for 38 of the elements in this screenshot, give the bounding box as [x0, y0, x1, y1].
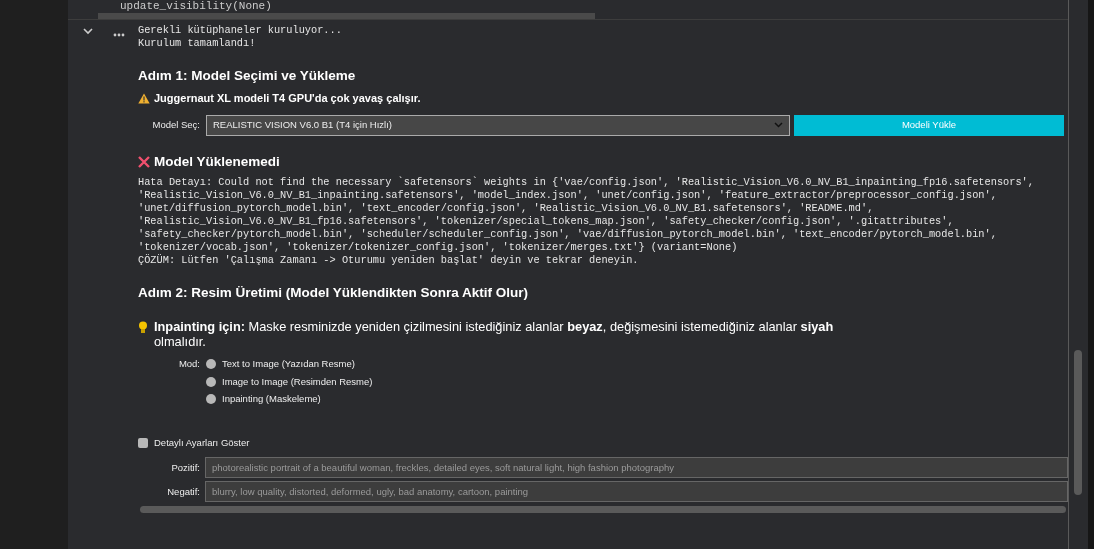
- error-detail-line: 'Realistic_Vision_V6.0_NV_B1_fp16.safetensors', 'tokenizer/special_tokens_map.json', 'safety_checker/config.json', '.gitattributes',: [138, 215, 955, 228]
- collapse-chevron-icon[interactable]: [83, 28, 93, 35]
- radio-label[interactable]: Inpainting (Maskeleme): [222, 391, 321, 406]
- radio-label[interactable]: Text to Image (Yazıdan Resme): [222, 357, 355, 372]
- horizontal-scrollbar[interactable]: [98, 13, 595, 19]
- error-detail-line: 'tokenizer/vocab.json', 'tokenizer/tokenizer_config.json', 'tokenizer/merges.txt'} (variant=None): [138, 241, 739, 254]
- checkbox-label[interactable]: Detaylı Ayarları Göster: [154, 436, 250, 451]
- field-label: Pozitif:: [170, 460, 200, 475]
- field-label: Model Seç:: [151, 118, 200, 133]
- radio-button[interactable]: [206, 376, 216, 387]
- warning-text: Juggernaut XL modeli T4 GPU'da çok yavaş çalışır.: [154, 91, 421, 107]
- code-line: update_visibility(None): [120, 0, 272, 12]
- prompt-field[interactable]: photorealistic portrait of a beautiful woman, freckles, detailed eyes, soft natural light, high fashion photography: [205, 457, 1068, 479]
- section-heading: Adım 2: Resim Üretimi (Model Yüklendikten Sonra Aktif Olur): [138, 284, 530, 302]
- error-detail-line: 'safety_checker/pytorch_model.bin', 'scheduler/scheduler_config.json', 'vae/diffusion_pytorch_model.bin', 'text_encoder/pytorch_model.bin',: [138, 228, 998, 241]
- output-line: Kurulum tamamlandı!: [138, 37, 257, 50]
- more-options-icon[interactable]: [113, 32, 125, 37]
- vertical-scrollbar[interactable]: [1074, 350, 1082, 495]
- error-heading: Model Yüklenemedi: [154, 152, 280, 171]
- cross-icon: [138, 155, 150, 168]
- error-detail-line: ÇÖZÜM: Lütfen 'Çalışma Zamanı -> Oturumu yeniden başlat' deyin ve tekrar deneyin.: [138, 254, 640, 267]
- error-detail-line: 'Realistic_Vision_V6.0_NV_B1_inpainting.safetensors', 'model_index.json', 'unet/config.json', 'feature_extractor/preprocessor_config.json',: [138, 189, 998, 202]
- tip-text: Inpainting için: Maske resminizde yeniden çizilmesini istediğiniz alanlar beyaz, değişmesini istemediğiniz alanlar siyah olmalıdır.: [154, 319, 835, 350]
- section-heading: Adım 1: Model Seçimi ve Yükleme: [138, 67, 357, 85]
- radio-button[interactable]: [206, 393, 216, 404]
- field-label: Mod:: [177, 357, 200, 372]
- model-dropdown[interactable]: REALISTIC VISION V6.0 B1 (T4 için Hızlı): [206, 114, 790, 136]
- lightbulb-icon: [138, 321, 148, 335]
- error-detail-line: 'unet/diffusion_pytorch_model.bin', 'text_encoder/config.json', 'Realistic_Vision_V6.0_NV_B1.safetensors', 'README.md',: [138, 202, 875, 215]
- output-line: Gerekli kütüphaneler kuruluyor...: [138, 24, 343, 37]
- warning-icon: [138, 93, 150, 104]
- field-label: Negatif:: [166, 484, 200, 499]
- checkbox[interactable]: [138, 438, 148, 449]
- radio-label[interactable]: Image to Image (Resimden Resme): [222, 374, 373, 389]
- error-detail-line: Hata Detayı: Could not find the necessary `safetensors` weights in {'vae/config.json', 'Realistic_Vision_V6.0_NV_B1_inpainting_fp16.safetensors',: [138, 176, 1035, 189]
- radio-button[interactable]: [206, 359, 216, 370]
- prompt-field[interactable]: blurry, low quality, distorted, deformed, ugly, bad anatomy, cartoon, painting: [205, 481, 1068, 503]
- horizontal-scrollbar[interactable]: [140, 506, 1066, 514]
